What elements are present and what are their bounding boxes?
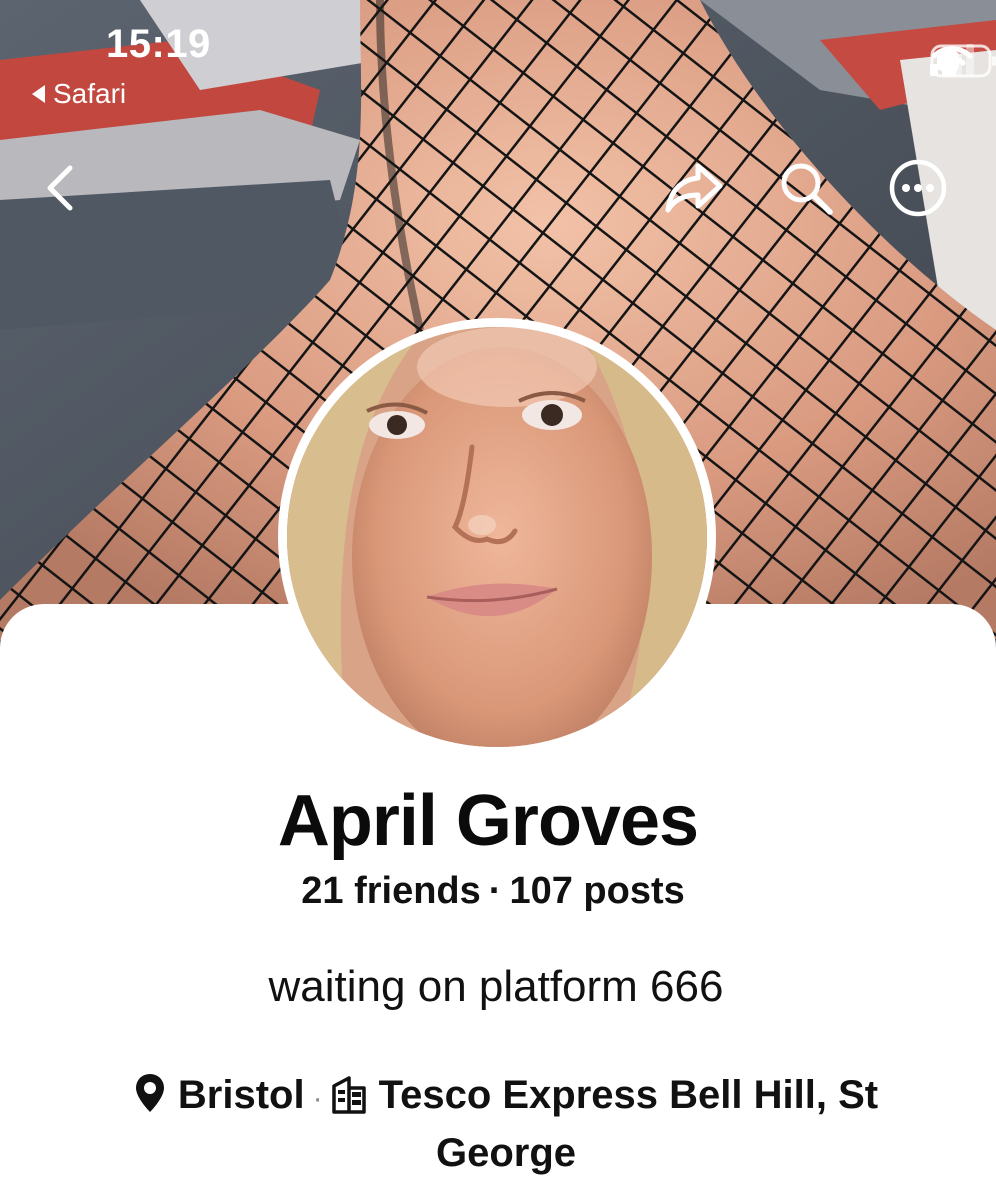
- avatar-image: [287, 327, 707, 747]
- building-icon: [331, 1076, 366, 1114]
- back-app-label: Safari: [53, 78, 127, 109]
- profile-screen: 15:19 Safari April Groves 21 friends · 1…: [0, 0, 996, 1200]
- share-button[interactable]: [662, 158, 723, 218]
- more-options-icon: [889, 159, 947, 217]
- profile-counts: 21 friends · 107 posts: [0, 870, 986, 913]
- battery-icon: [930, 44, 996, 78]
- share-icon: [665, 163, 723, 213]
- workplace-text: Tesco Express Bell Hill, St George: [378, 1073, 879, 1175]
- friends-count-link[interactable]: 21 friends: [301, 870, 481, 912]
- status-time: 15:19: [106, 22, 211, 66]
- details-separator: ·: [312, 1082, 323, 1115]
- search-icon: [781, 163, 833, 215]
- back-triangle-icon: [32, 85, 45, 103]
- posts-count: 107 posts: [509, 870, 685, 912]
- chevron-left-icon: [47, 165, 73, 211]
- back-to-app-link[interactable]: Safari: [32, 78, 126, 110]
- profile-avatar[interactable]: [278, 318, 716, 756]
- counts-separator: ·: [488, 870, 502, 912]
- back-button[interactable]: [34, 158, 94, 218]
- location-text: Bristol: [177, 1073, 305, 1117]
- avatar-photo: [287, 327, 707, 747]
- profile-bio: waiting on platform 666: [268, 962, 724, 1011]
- profile-name: April Groves: [277, 781, 699, 861]
- search-button[interactable]: [776, 158, 836, 218]
- profile-details: Bristol · Tesco Express Bell Hill, St Geo…: [96, 1068, 916, 1180]
- map-pin-icon: [135, 1074, 164, 1112]
- more-options-button[interactable]: [886, 158, 947, 218]
